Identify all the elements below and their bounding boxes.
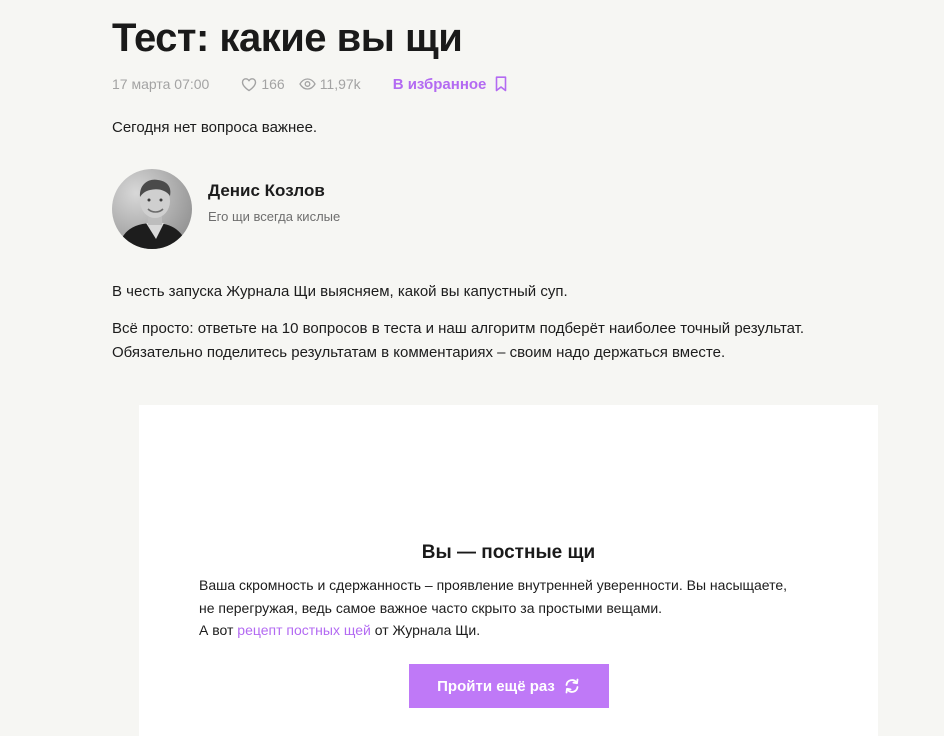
publish-date: 17 марта 07:00 <box>112 76 210 92</box>
eye-icon <box>298 78 316 90</box>
retry-quiz-button[interactable]: Пройти ещё раз <box>409 664 609 708</box>
bookmark-icon <box>496 76 507 92</box>
views-counter: 11,97k <box>298 76 361 92</box>
avatar[interactable] <box>112 169 192 249</box>
retry-label: Пройти ещё раз <box>437 677 555 695</box>
result-line-prefix: А вот <box>199 622 238 638</box>
recipe-link[interactable]: рецепт постных щей <box>237 622 371 638</box>
result-title: Вы — постные щи <box>421 542 596 563</box>
likes-count: 166 <box>261 76 285 92</box>
author-info: Денис Козлов Его щи всегда кислые <box>208 181 341 226</box>
page-title: Тест: какие вы щи <box>112 16 463 60</box>
favorites-label: В избранное <box>392 75 487 93</box>
views-count: 11,97k <box>319 76 361 92</box>
add-to-favorites-button[interactable]: В избранное <box>393 76 508 93</box>
article-body: В честь запуска Журнала Щи выясняем, как… <box>112 280 912 365</box>
result-line: Ваша скромность и сдержанность – проявле… <box>199 577 788 593</box>
body-paragraph: Всё просто: ответьте на 10 вопросов в те… <box>112 317 912 365</box>
body-line: Всё просто: ответьте на 10 вопросов в те… <box>112 320 805 337</box>
quiz-result-card: Вы — постные щи Ваша скромность и сдержа… <box>139 405 878 736</box>
body-line: Обязательно поделитесь результатам в ком… <box>112 344 726 361</box>
author-block: Денис Козлов Его щи всегда кислые <box>112 169 340 249</box>
article-lead: Сегодня нет вопроса важнее. <box>112 119 318 136</box>
result-description: Ваша скромность и сдержанность – проявле… <box>199 574 839 642</box>
author-description: Его щи всегда кислые <box>208 209 341 224</box>
result-line: не перегружая, ведь самое важное часто с… <box>199 599 663 616</box>
heart-icon <box>242 77 257 91</box>
article-meta: 17 марта 07:00 166 11,97k В избранное <box>112 74 507 94</box>
author-name[interactable]: Денис Козлов <box>208 180 340 202</box>
refresh-icon <box>565 678 579 694</box>
likes-counter[interactable]: 166 <box>241 76 285 92</box>
result-line-suffix: от Журнала Щи. <box>370 622 481 638</box>
body-paragraph: В честь запуска Журнала Щи выясняем, как… <box>112 283 568 300</box>
